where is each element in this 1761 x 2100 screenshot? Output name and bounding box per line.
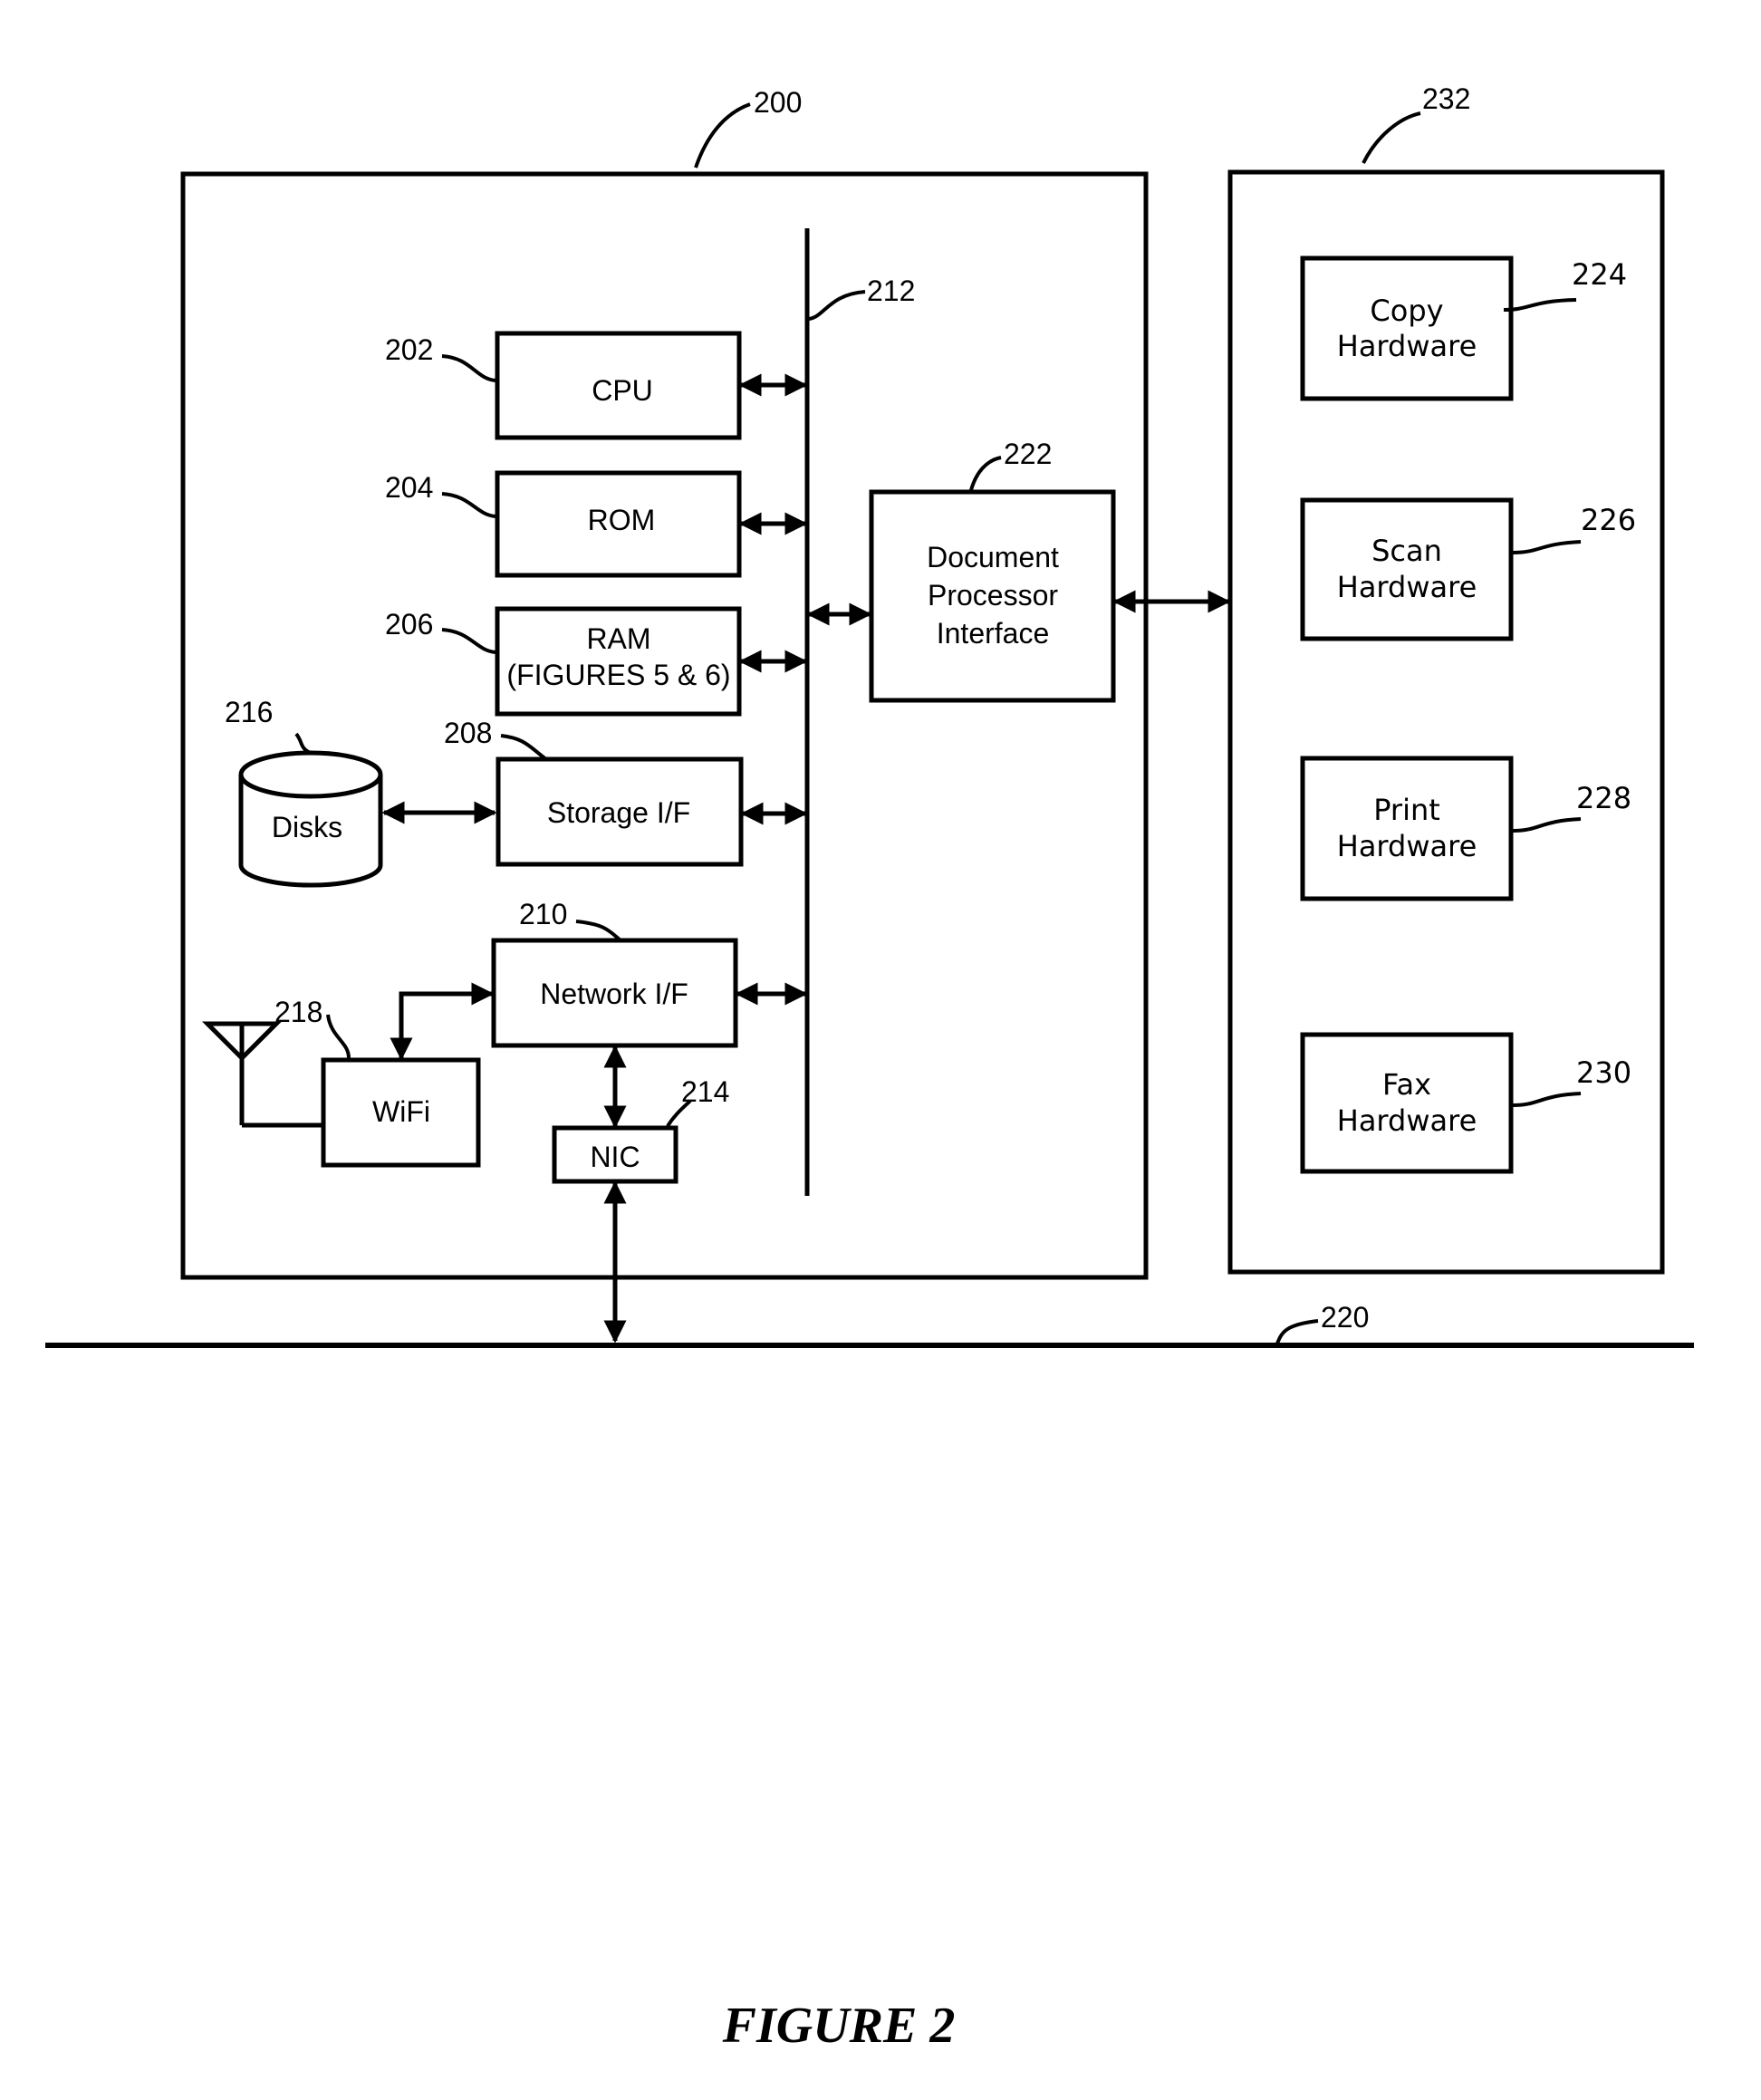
storage-if-ref: 208 — [444, 717, 492, 749]
network-if-label: Network I/F — [540, 978, 688, 1010]
block-diagram: 200 212 CPU 202 ROM 204 RAM (FIGURES 5 &… — [45, 82, 1694, 2054]
bus-ref: 212 — [867, 275, 915, 307]
copy-ref: 224 — [1572, 257, 1627, 292]
scan-ref: 226 — [1581, 503, 1636, 537]
ram-label-line1: RAM — [586, 622, 650, 655]
scan-label-line1: Scan — [1371, 534, 1442, 568]
wifi-ref: 218 — [274, 996, 322, 1028]
figure-caption: FIGURE 2 — [722, 1998, 956, 2054]
dpi-label-line1: Document — [927, 541, 1059, 573]
dpi-label-line2: Processor — [928, 579, 1058, 612]
print-label-line1: Print — [1373, 793, 1440, 827]
document-processor-ref: 232 — [1422, 82, 1470, 115]
dpi-ref: 222 — [1004, 438, 1052, 470]
ram-ref: 206 — [385, 608, 433, 641]
document-processor-leader — [1362, 111, 1421, 164]
print-ref: 228 — [1576, 781, 1631, 815]
network-leader — [1275, 1319, 1319, 1344]
wifi-label: WiFi — [372, 1095, 430, 1128]
cpu-label: CPU — [592, 374, 653, 407]
cpu-ref: 202 — [385, 333, 433, 366]
nic-label: NIC — [590, 1141, 640, 1173]
fax-ref: 230 — [1576, 1055, 1631, 1090]
copy-label-line2: Hardware — [1337, 329, 1477, 363]
network-if-ref: 210 — [519, 898, 567, 930]
dpi-label-line3: Interface — [937, 617, 1050, 650]
copy-label-line1: Copy — [1370, 294, 1443, 328]
fax-label-line1: Fax — [1382, 1067, 1431, 1102]
nic-ref: 214 — [681, 1075, 729, 1108]
network-ref: 220 — [1321, 1301, 1369, 1334]
ram-label-line2: (FIGURES 5 & 6) — [506, 659, 730, 691]
controller-leader — [694, 102, 751, 169]
rom-label: ROM — [588, 504, 656, 536]
storage-if-label: Storage I/F — [547, 796, 690, 829]
rom-ref: 204 — [385, 471, 433, 504]
disks-ref: 216 — [225, 696, 273, 728]
scan-label-line2: Hardware — [1337, 570, 1477, 604]
controller-ref: 200 — [754, 86, 802, 119]
fax-label-line2: Hardware — [1337, 1103, 1477, 1138]
print-label-line2: Hardware — [1337, 829, 1477, 863]
disks-label: Disks — [272, 811, 342, 843]
